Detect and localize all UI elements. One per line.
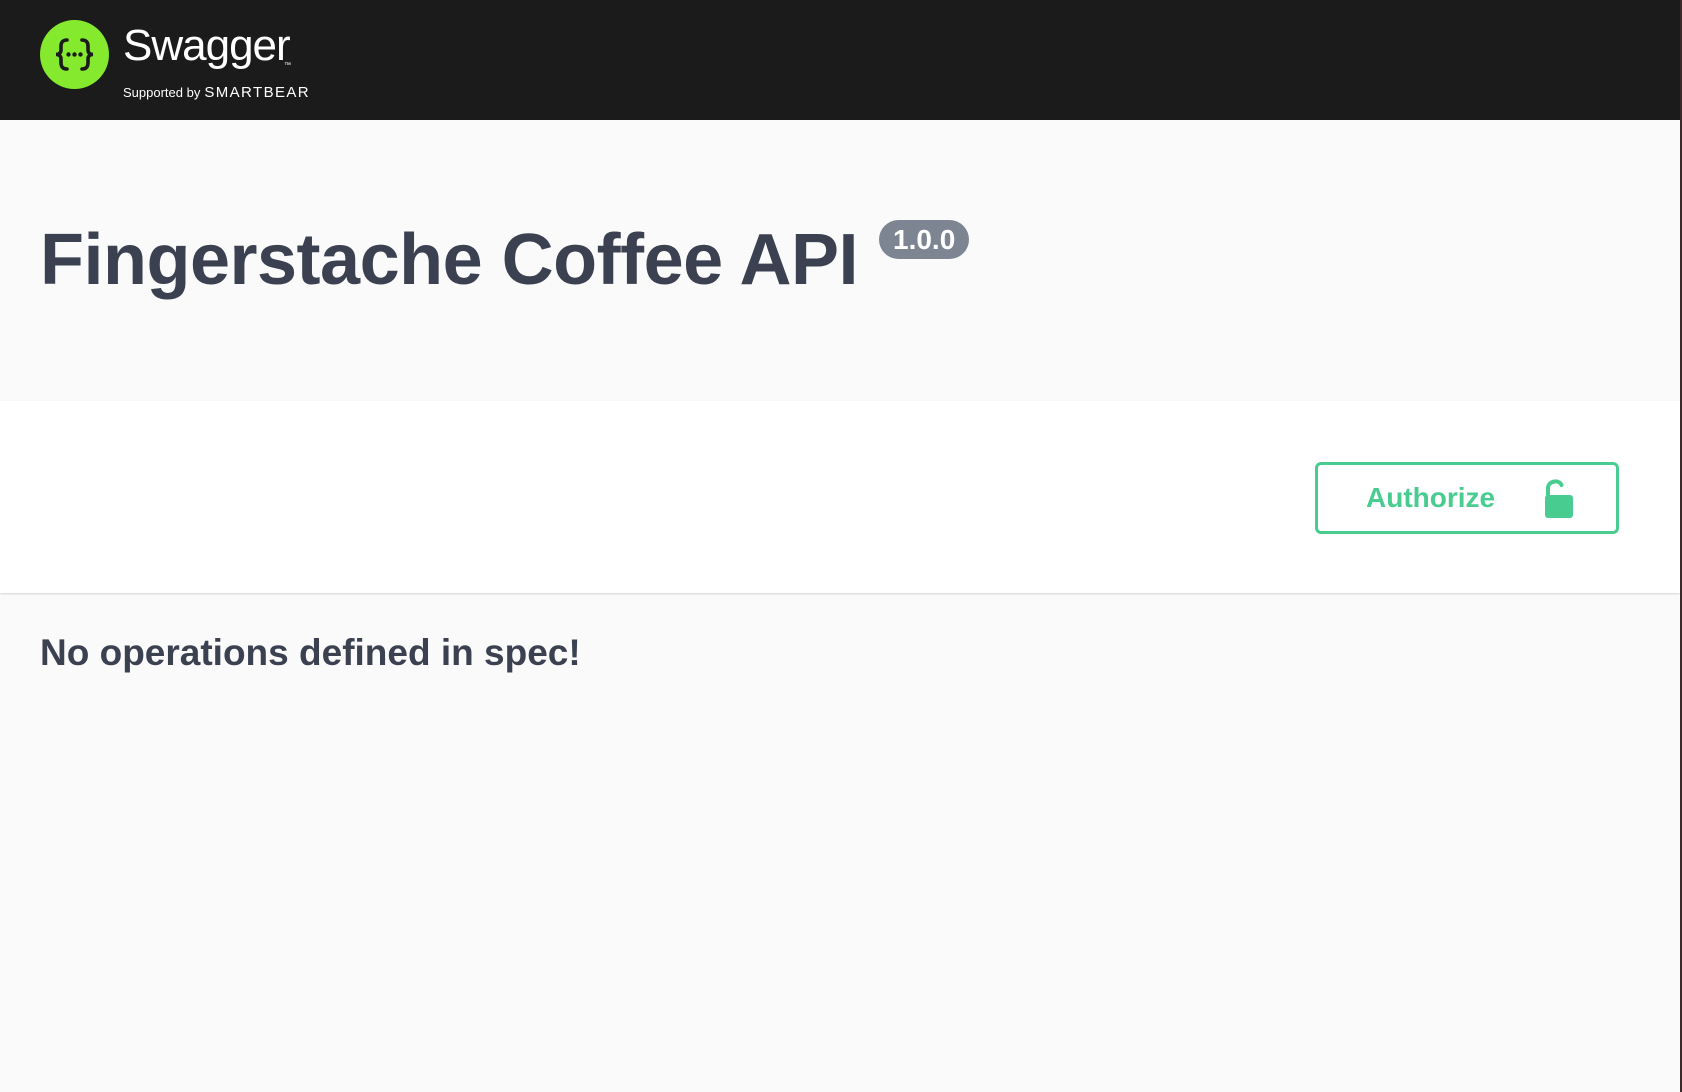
brand-name[interactable]: Swagger — [123, 24, 291, 68]
supported-by-text: Supported by — [123, 85, 201, 100]
no-operations-message: No operations defined in spec! — [40, 632, 581, 673]
swagger-logo-icon[interactable] — [40, 20, 109, 89]
api-info-section: Fingerstache Coffee API 1.0.0 — [0, 120, 1680, 401]
scheme-container: Authorize — [0, 401, 1680, 593]
unlocked-padlock-icon — [1542, 478, 1576, 527]
trademark-symbol: ™ — [284, 62, 291, 69]
top-bar: Swagger ™ Supported by SMARTBEAR — [0, 0, 1680, 120]
supported-by-line: Supported by SMARTBEAR — [123, 85, 310, 100]
api-title: Fingerstache Coffee API — [40, 220, 859, 300]
swagger-ui-page: Swagger ™ Supported by SMARTBEAR Fingerst… — [0, 0, 1682, 1092]
authorize-button[interactable]: Authorize — [1315, 462, 1619, 534]
smartbear-wordmark: SMARTBEAR — [204, 84, 311, 101]
version-badge: 1.0.0 — [879, 220, 970, 259]
authorize-label: Authorize — [1366, 482, 1496, 513]
